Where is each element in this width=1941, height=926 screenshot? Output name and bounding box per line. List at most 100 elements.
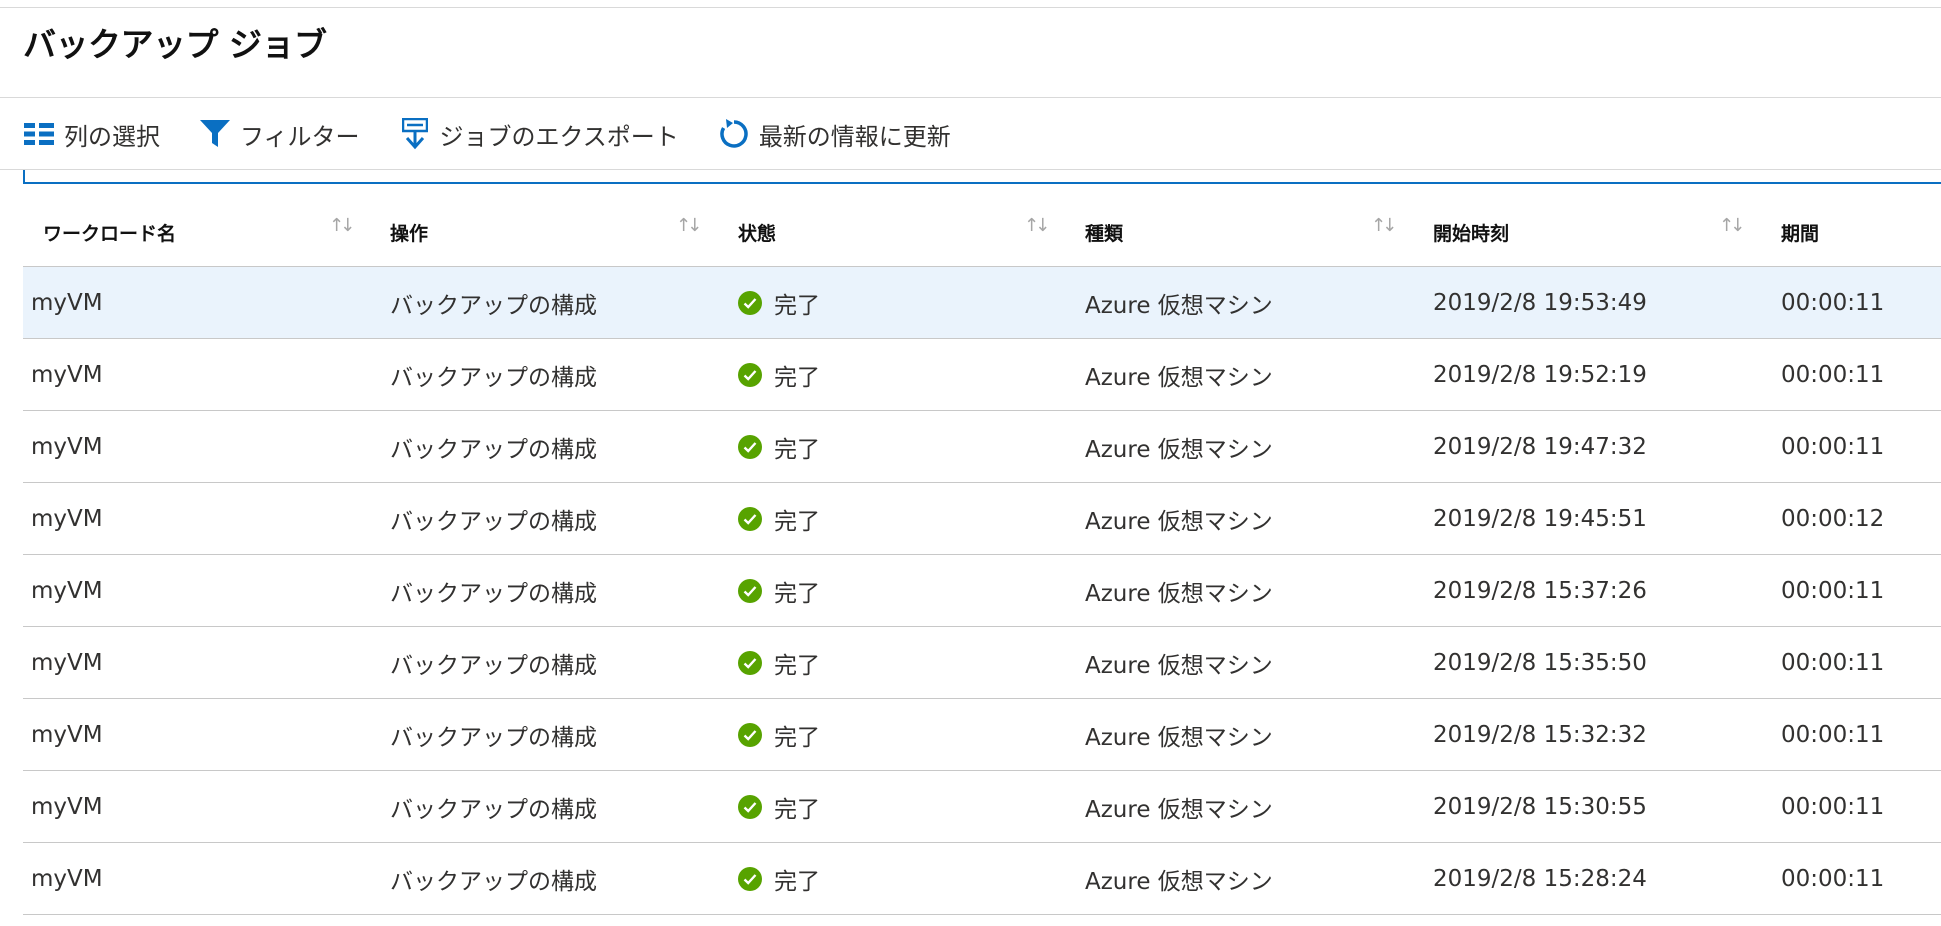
cell-workload-text: myVM xyxy=(31,578,103,604)
cell-status-text: 完了 xyxy=(774,725,820,751)
cell-status-text: 完了 xyxy=(774,653,820,679)
cell-type-text: Azure 仮想マシン xyxy=(1085,293,1273,319)
page-title: バックアップ ジョブ xyxy=(23,25,327,64)
cell-start-time: 2019/2/8 19:53:49 xyxy=(1433,267,1647,339)
cell-start-time: 2019/2/8 15:37:26 xyxy=(1433,555,1647,627)
cell-operation: バックアップの構成 xyxy=(390,483,597,555)
cell-operation: バックアップの構成 xyxy=(390,555,597,627)
cell-status: 完了 xyxy=(738,483,820,555)
cell-type-text: Azure 仮想マシン xyxy=(1085,437,1273,463)
cell-status-text: 完了 xyxy=(774,797,820,823)
cell-status-text: 完了 xyxy=(774,509,820,535)
table-row[interactable]: myVM バックアップの構成 完了 Azure 仮想マシン 2019/2/8 19:47… xyxy=(23,411,1941,483)
cell-operation-text: バックアップの構成 xyxy=(390,437,597,463)
cell-operation-text: バックアップの構成 xyxy=(390,509,597,535)
cell-start-time: 2019/2/8 19:52:19 xyxy=(1433,339,1647,411)
refresh-icon xyxy=(717,117,751,151)
cell-type: Azure 仮想マシン xyxy=(1085,699,1273,771)
cell-type-text: Azure 仮想マシン xyxy=(1085,725,1273,751)
cell-status-text: 完了 xyxy=(774,869,820,895)
table-row[interactable]: myVM バックアップの構成 完了 Azure 仮想マシン 2019/2/8 15:28… xyxy=(23,843,1941,915)
cell-workload-text: myVM xyxy=(31,722,103,748)
success-check-icon xyxy=(738,507,762,531)
success-check-icon xyxy=(738,795,762,819)
sort-icon[interactable]: ↑↓ xyxy=(676,215,702,236)
refresh-button[interactable]: 最新の情報に更新 xyxy=(717,117,951,152)
cell-duration: 00:00:11 xyxy=(1781,699,1884,771)
cell-type-text: Azure 仮想マシン xyxy=(1085,797,1273,823)
cell-duration: 00:00:11 xyxy=(1781,627,1884,699)
cell-start-time: 2019/2/8 15:30:55 xyxy=(1433,771,1647,843)
table-row[interactable]: myVM バックアップの構成 完了 Azure 仮想マシン 2019/2/8 15:35… xyxy=(23,627,1941,699)
success-check-icon xyxy=(738,579,762,603)
table-row[interactable]: myVM バックアップの構成 完了 Azure 仮想マシン 2019/2/8 15:30… xyxy=(23,771,1941,843)
cell-duration: 00:00:11 xyxy=(1781,411,1884,483)
cell-operation: バックアップの構成 xyxy=(390,411,597,483)
cell-type-text: Azure 仮想マシン xyxy=(1085,509,1273,535)
cell-start-time-text: 2019/2/8 19:53:49 xyxy=(1433,290,1647,316)
column-header-type[interactable]: 種類 xyxy=(1085,197,1123,267)
cell-workload: myVM xyxy=(31,483,103,555)
cell-operation: バックアップの構成 xyxy=(390,699,597,771)
cell-operation: バックアップの構成 xyxy=(390,843,597,915)
cell-status-text: 完了 xyxy=(774,365,820,391)
table-row[interactable]: myVM バックアップの構成 完了 Azure 仮想マシン 2019/2/8 19:52… xyxy=(23,339,1941,411)
cell-type: Azure 仮想マシン xyxy=(1085,339,1273,411)
cell-workload: myVM xyxy=(31,555,103,627)
cell-workload: myVM xyxy=(31,267,103,339)
cell-start-time-text: 2019/2/8 19:45:51 xyxy=(1433,506,1647,532)
cell-workload: myVM xyxy=(31,411,103,483)
success-check-icon xyxy=(738,363,762,387)
cell-status: 完了 xyxy=(738,843,820,915)
column-header-operation[interactable]: 操作 xyxy=(390,197,428,267)
table-row[interactable]: myVM バックアップの構成 完了 Azure 仮想マシン 2019/2/8 15:37… xyxy=(23,555,1941,627)
cell-workload-text: myVM xyxy=(31,290,103,316)
choose-columns-button[interactable]: 列の選択 xyxy=(22,117,160,152)
sort-icon[interactable]: ↑↓ xyxy=(329,215,355,236)
cell-type: Azure 仮想マシン xyxy=(1085,843,1273,915)
table-body: myVM バックアップの構成 完了 Azure 仮想マシン 2019/2/8 19:53… xyxy=(23,267,1941,915)
cell-operation: バックアップの構成 xyxy=(390,267,597,339)
cell-status: 完了 xyxy=(738,771,820,843)
cell-duration-text: 00:00:11 xyxy=(1781,290,1885,316)
column-header-duration[interactable]: 期間 xyxy=(1781,197,1819,267)
filter-icon xyxy=(198,117,232,151)
sort-icon[interactable]: ↑↓ xyxy=(1719,215,1745,236)
backup-jobs-table: ワークロード名 ↑↓ 操作 ↑↓ 状態 ↑↓ 種類 ↑↓ 開始時刻 ↑↓ 期間 xyxy=(23,197,1941,915)
sort-icon[interactable]: ↑↓ xyxy=(1024,215,1050,236)
cell-duration-text: 00:00:11 xyxy=(1781,866,1885,892)
cell-status: 完了 xyxy=(738,411,820,483)
column-header-workload[interactable]: ワークロード名 xyxy=(43,197,176,267)
cell-workload: myVM xyxy=(31,339,103,411)
cell-workload-text: myVM xyxy=(31,650,103,676)
cell-status-text: 完了 xyxy=(774,437,820,463)
title-divider xyxy=(0,97,1941,98)
cell-workload-text: myVM xyxy=(31,506,103,532)
cell-start-time-text: 2019/2/8 15:28:24 xyxy=(1433,866,1647,892)
cell-start-time: 2019/2/8 19:47:32 xyxy=(1433,411,1647,483)
column-header-status[interactable]: 状態 xyxy=(738,197,776,267)
table-row[interactable]: myVM バックアップの構成 完了 Azure 仮想マシン 2019/2/8 15:32… xyxy=(23,699,1941,771)
cell-duration-text: 00:00:11 xyxy=(1781,722,1885,748)
cell-workload-text: myVM xyxy=(31,866,103,892)
cell-start-time-text: 2019/2/8 15:35:50 xyxy=(1433,650,1647,676)
cell-workload: myVM xyxy=(31,843,103,915)
cell-duration: 00:00:12 xyxy=(1781,483,1884,555)
export-jobs-button[interactable]: ジョブのエクスポート xyxy=(398,117,679,152)
cell-workload-text: myVM xyxy=(31,362,103,388)
cell-status: 完了 xyxy=(738,339,820,411)
cell-operation-text: バックアップの構成 xyxy=(390,365,597,391)
success-check-icon xyxy=(738,291,762,315)
column-header-start-time[interactable]: 開始時刻 xyxy=(1433,197,1509,267)
cell-type-text: Azure 仮想マシン xyxy=(1085,365,1273,391)
sort-icon[interactable]: ↑↓ xyxy=(1371,215,1397,236)
filter-button[interactable]: フィルター xyxy=(198,117,360,152)
backup-jobs-page: バックアップ ジョブ 列の選択 フィルター ジョブのエクスポート 最新の情報に更… xyxy=(0,0,1941,926)
cell-operation-text: バックアップの構成 xyxy=(390,581,597,607)
search-box-edge[interactable] xyxy=(23,170,1941,184)
cell-status: 完了 xyxy=(738,555,820,627)
table-row[interactable]: myVM バックアップの構成 完了 Azure 仮想マシン 2019/2/8 19:45… xyxy=(23,483,1941,555)
cell-type: Azure 仮想マシン xyxy=(1085,411,1273,483)
cell-start-time-text: 2019/2/8 19:47:32 xyxy=(1433,434,1647,460)
table-row[interactable]: myVM バックアップの構成 完了 Azure 仮想マシン 2019/2/8 19:53… xyxy=(23,267,1941,339)
